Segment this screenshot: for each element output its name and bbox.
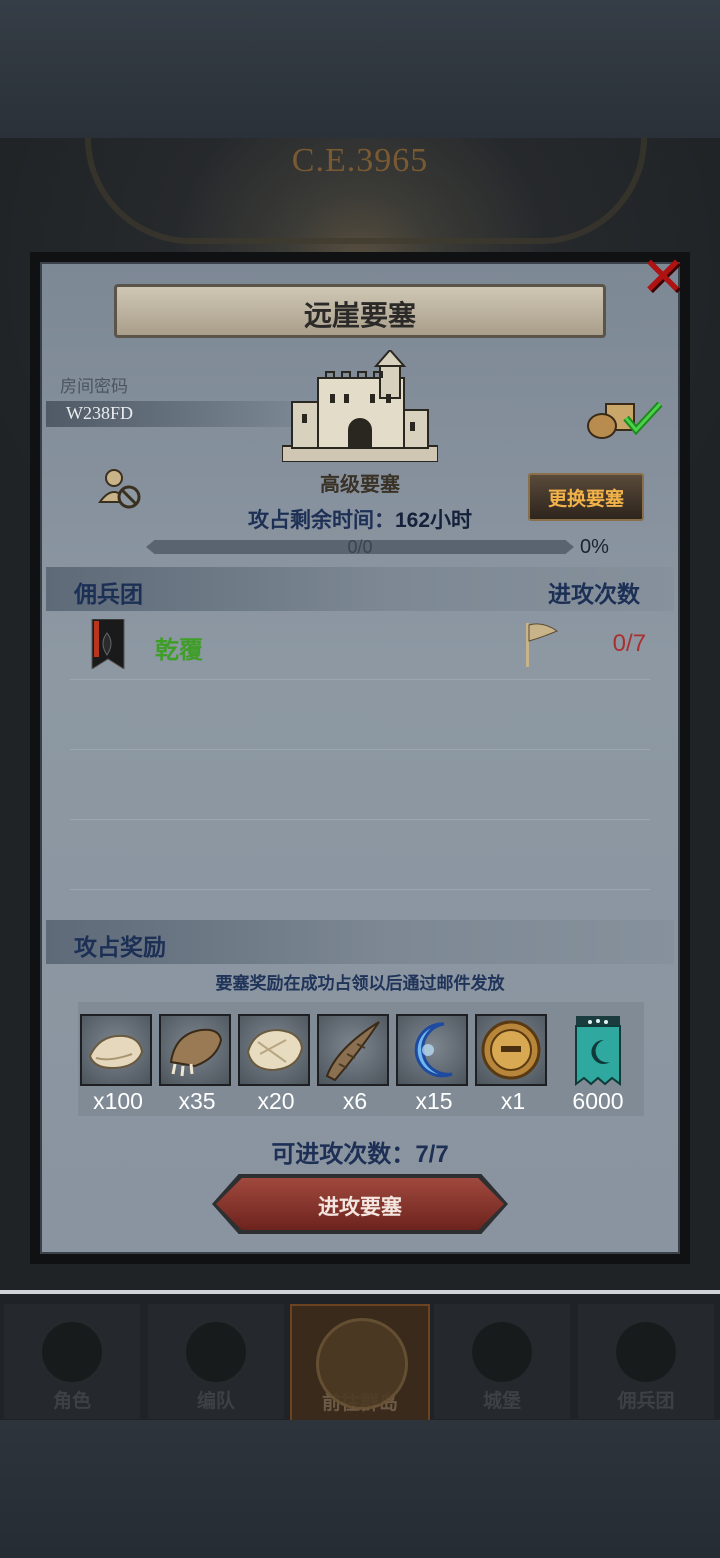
mercenary-attack-count: 0/7 <box>612 630 646 657</box>
mercenary-section-title: 佣兵团 <box>74 581 143 607</box>
reward-slot[interactable] <box>475 1014 547 1086</box>
remaining-time-label: 攻占剩余时间： <box>247 509 395 532</box>
beast-claw-icon <box>169 1028 223 1077</box>
reward-mail-note: 要塞奖励在成功占领以后通过邮件发放 <box>215 974 505 993</box>
close-button[interactable]: ✕ <box>636 250 690 304</box>
row-divider <box>70 749 650 750</box>
attack-fortress-label[interactable]: 进攻要塞 <box>216 1191 504 1221</box>
knight-icon <box>42 1322 102 1382</box>
loot-bag-check-icon[interactable] <box>586 394 666 440</box>
reward-quantity: x100 <box>93 1088 143 1114</box>
nav-label: 编队 <box>196 1391 235 1412</box>
row-divider <box>70 819 650 820</box>
attacks-column-header: 进攻次数 <box>548 581 640 607</box>
nav-item-formation[interactable]: 编队 <box>148 1304 284 1419</box>
progress-count: 0/0 <box>347 537 373 557</box>
reward-quantity: x1 <box>500 1088 526 1114</box>
fortress-level: 高级要塞 <box>320 474 400 496</box>
reward-quantity: x15 <box>415 1088 453 1114</box>
era-label: C.E.3965 <box>291 142 429 179</box>
close-icon: ✕ <box>640 247 686 307</box>
change-fortress-button[interactable]: 更换要塞 <box>528 473 644 521</box>
room-code: W238FD <box>66 403 133 423</box>
reward-slot[interactable] <box>238 1014 310 1086</box>
reward-quantity: x35 <box>178 1088 216 1114</box>
reward-slot[interactable] <box>396 1014 468 1086</box>
attempts-label: 可进攻次数： <box>271 1141 416 1168</box>
row-divider <box>70 679 650 680</box>
reward-slot[interactable] <box>80 1014 152 1086</box>
mercenary-emblem-icon <box>91 619 125 669</box>
row-divider <box>70 889 650 890</box>
nav-label: 佣兵团 <box>617 1391 675 1412</box>
nav-item-castle[interactable]: 城堡 <box>434 1304 570 1419</box>
reward-section-title: 攻占奖励 <box>74 934 166 960</box>
remaining-time-value: 162小时 <box>394 509 473 532</box>
bottom-letterbox <box>0 1420 720 1558</box>
nav-label: 角色 <box>52 1391 91 1412</box>
horn-icon <box>325 1021 380 1082</box>
nav-item-islands[interactable]: 前往群岛 <box>290 1304 430 1423</box>
progress-percent: 0% <box>580 536 609 558</box>
no-user-icon[interactable] <box>96 466 146 512</box>
dialog-title: 远崖要塞 <box>303 300 416 331</box>
attempts-remaining: 可进攻次数：7/7 <box>200 1134 520 1169</box>
room-code-label: 房间密码 <box>60 377 128 396</box>
reward-quantity: x20 <box>257 1088 295 1114</box>
top-letterbox <box>0 0 720 138</box>
reward-slot[interactable] <box>317 1014 389 1086</box>
mercenary-name: 乾覆 <box>155 637 203 664</box>
reward-slot[interactable] <box>159 1014 231 1086</box>
attack-flag-icon <box>526 623 559 667</box>
reward-quantity: x6 <box>342 1088 368 1114</box>
blue-crescent-icon <box>414 1022 453 1078</box>
banner-icon <box>616 1322 676 1382</box>
remaining-time: 攻占剩余时间：162小时 <box>180 504 540 534</box>
bottom-nav: 角色 编队 前往群岛 城堡 佣兵团 <box>0 1290 720 1424</box>
nav-item-character[interactable]: 角色 <box>4 1304 140 1419</box>
hide-icon <box>246 1028 304 1072</box>
fortress-castle-icon <box>282 350 438 462</box>
nav-label: 城堡 <box>482 1391 521 1412</box>
helmet-icon <box>186 1322 246 1382</box>
castle-icon <box>472 1322 532 1382</box>
attempts-value: 7/7 <box>415 1141 449 1168</box>
reward-slot[interactable] <box>566 1014 630 1086</box>
fur-pelt-icon <box>88 1034 144 1070</box>
reward-quantity: 6000 <box>572 1088 624 1114</box>
golden-helmet-icon <box>481 1020 541 1080</box>
nav-item-mercenary[interactable]: 佣兵团 <box>578 1304 714 1419</box>
guild-banner-icon <box>575 1016 621 1086</box>
compass-icon <box>316 1318 408 1410</box>
